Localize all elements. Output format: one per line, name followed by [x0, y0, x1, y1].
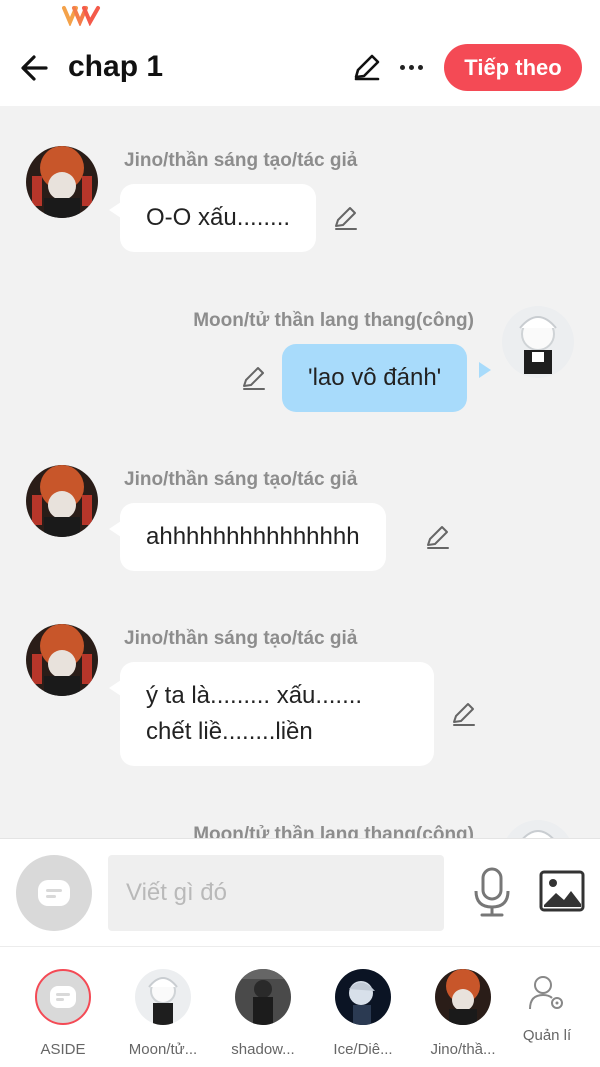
- message-bubble[interactable]: 'lao vô đánh': [282, 344, 468, 412]
- sender-name: Moon/tử thần lang thang(công): [193, 310, 474, 331]
- status-bar: [0, 0, 600, 40]
- avatar-shadow: [235, 969, 291, 1025]
- avatar-moon: [135, 969, 191, 1025]
- chat-icon: [50, 986, 76, 1008]
- sender-name: Moon/tử thần lang thang(công): [193, 824, 474, 838]
- aside-button[interactable]: [16, 855, 92, 931]
- pencil-icon[interactable]: [332, 204, 360, 232]
- microphone-icon[interactable]: [470, 867, 514, 917]
- avatar-jino[interactable]: [26, 465, 98, 537]
- page-title: chap 1: [68, 50, 164, 83]
- message-bubble[interactable]: O-O xấu........: [120, 184, 317, 252]
- character-label: Quản lí: [522, 1027, 572, 1044]
- character-label: shadow...: [231, 1041, 295, 1058]
- chat-area[interactable]: Jino/thần sáng tạo/tác giả O-O xấu......…: [0, 106, 600, 838]
- pencil-icon[interactable]: [424, 523, 452, 551]
- sender-name: Jino/thần sáng tạo/tác giả: [124, 150, 358, 171]
- avatar-moon[interactable]: [502, 820, 574, 838]
- character-shadow[interactable]: shadow...: [218, 969, 308, 1058]
- sender-name: Jino/thần sáng tạo/tác giả: [124, 469, 358, 490]
- character-aside[interactable]: ASIDE: [18, 969, 108, 1058]
- back-arrow-icon[interactable]: [16, 48, 56, 88]
- avatar-jino[interactable]: [26, 146, 98, 218]
- manage-characters[interactable]: Quản lí: [502, 969, 592, 1044]
- next-chapter-button[interactable]: Tiếp theo: [444, 44, 582, 91]
- pencil-icon[interactable]: [350, 50, 384, 84]
- sender-name: Jino/thần sáng tạo/tác giả: [124, 628, 358, 649]
- message-line: ý ta là......... xấu.......: [146, 682, 363, 709]
- pencil-icon[interactable]: [450, 700, 478, 728]
- image-icon[interactable]: [538, 869, 586, 913]
- avatar-ice: [335, 969, 391, 1025]
- composer: [0, 838, 600, 946]
- avatar-jino[interactable]: [26, 624, 98, 696]
- pencil-icon[interactable]: [240, 364, 268, 392]
- manage-user-icon: [519, 969, 575, 1017]
- avatar-jino: [435, 969, 491, 1025]
- character-jino[interactable]: Jino/thầ...: [418, 969, 508, 1058]
- avatar-moon[interactable]: [502, 306, 574, 378]
- aside-avatar: [35, 969, 91, 1025]
- chat-icon: [38, 880, 70, 906]
- character-label: Moon/tử...: [128, 1041, 198, 1058]
- character-label: Ice/Diê...: [333, 1041, 393, 1058]
- more-icon[interactable]: [396, 50, 426, 84]
- message-line: chết liề........liền: [146, 718, 313, 745]
- bubble-tail: [479, 362, 491, 378]
- header: chap 1 Tiếp theo: [0, 40, 600, 106]
- app-logo-icon: [62, 6, 100, 26]
- message-input[interactable]: [108, 855, 444, 931]
- message-bubble[interactable]: ahhhhhhhhhhhhhhh: [120, 503, 386, 571]
- character-label: ASIDE: [40, 1041, 86, 1058]
- character-moon[interactable]: Moon/tử...: [118, 969, 208, 1058]
- character-label: Jino/thầ...: [430, 1041, 496, 1058]
- character-bar: ASIDE Moon/tử... shadow... Ice/Diê... Ji…: [0, 946, 600, 1067]
- message-bubble[interactable]: ý ta là......... xấu....... chết liề....…: [120, 662, 434, 766]
- character-ice[interactable]: Ice/Diê...: [318, 969, 408, 1058]
